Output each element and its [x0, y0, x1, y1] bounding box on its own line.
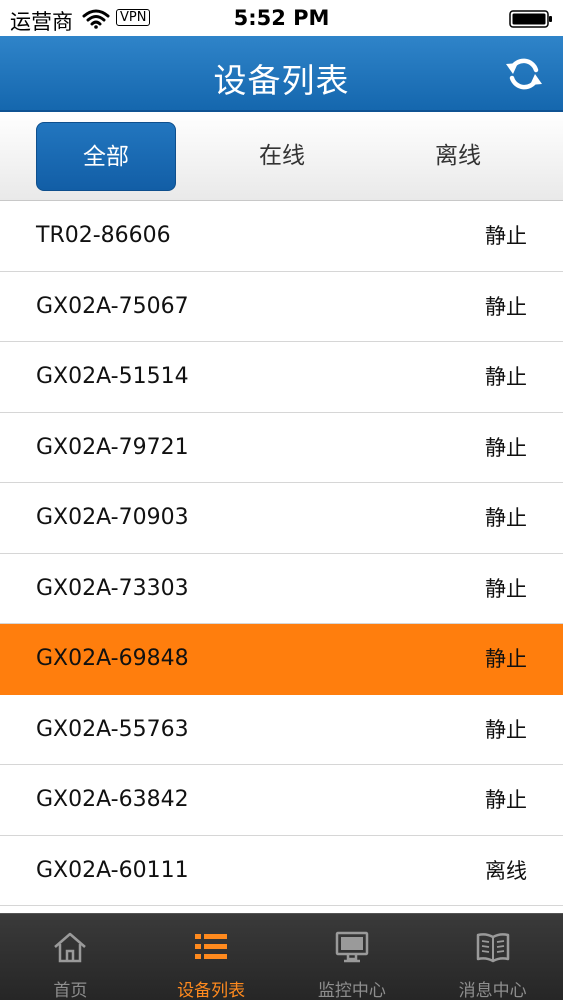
device-name: GX02A-70903 — [36, 505, 189, 530]
device-status: 静止 — [485, 717, 527, 742]
device-status: 静止 — [485, 506, 527, 530]
device-status: 静止 — [485, 435, 527, 460]
device-status: 静止 — [485, 294, 527, 319]
device-status: 静止 — [485, 576, 527, 601]
refresh-icon — [506, 58, 542, 90]
tab-home-label: 首页 — [53, 981, 88, 1000]
tab-monitor-label: 监控中心 — [317, 981, 386, 1000]
device-status: 静止 — [485, 365, 527, 389]
device-row[interactable]: GX02A-51514 静止 — [0, 342, 563, 413]
device-name: GX02A-73303 — [36, 575, 189, 601]
carrier-label: 运营商 — [10, 10, 73, 34]
device-name: GX02A-79721 — [36, 434, 189, 460]
bottom-tab-bar: 首页 设备列表 监控中心 消息中心 — [0, 913, 563, 1000]
tab-home[interactable]: 首页 — [0, 914, 141, 1000]
filter-tab-offline[interactable]: 离线 — [388, 122, 528, 191]
tab-monitor[interactable]: 监控中心 — [282, 914, 423, 1000]
tab-device-list-label: 设备列表 — [177, 981, 246, 1000]
device-list: TR02-86606 静止 GX02A-75067 静止 GX02A-51514… — [0, 201, 563, 913]
device-row[interactable]: GX02A-60111 离线 — [0, 836, 563, 906]
home-icon — [54, 932, 87, 963]
tab-messages-label: 消息中心 — [458, 981, 527, 1000]
vpn-badge: VPN — [116, 9, 151, 26]
device-row[interactable]: GX02A-55763 静止 — [0, 695, 563, 765]
filter-tab-online[interactable]: 在线 — [212, 122, 352, 191]
device-row[interactable]: GX02A-70903 静止 — [0, 483, 563, 554]
device-name: GX02A-63842 — [36, 787, 189, 812]
battery-icon — [509, 10, 553, 32]
device-row[interactable]: GX02A-63842 静止 — [0, 765, 563, 836]
device-row-selected[interactable]: GX02A-69848 静止 — [0, 624, 563, 695]
tab-messages[interactable]: 消息中心 — [422, 914, 563, 1000]
device-name: GX02A-51514 — [36, 364, 189, 389]
filter-tab-all[interactable]: 全部 — [36, 122, 176, 191]
page-title: 设备列表 — [213, 61, 350, 100]
device-name: GX02A-60111 — [36, 857, 189, 883]
wifi-icon — [82, 9, 110, 33]
device-row[interactable]: TR02-86606 静止 — [0, 201, 563, 272]
status-bar: 运营商 VPN 5:52 PM — [0, 0, 563, 36]
device-name: GX02A-69848 — [36, 646, 189, 671]
filter-segmented-control: 全部 在线 离线 — [0, 112, 563, 201]
monitor-icon — [335, 931, 369, 963]
nav-bar: 设备列表 — [0, 36, 563, 112]
tab-device-list[interactable]: 设备列表 — [141, 914, 282, 1000]
refresh-button[interactable] — [503, 53, 545, 95]
device-name: GX02A-75067 — [36, 293, 189, 319]
device-row[interactable]: GX02A-79721 静止 — [0, 413, 563, 483]
device-status: 静止 — [485, 224, 527, 248]
device-name: TR02-86606 — [36, 223, 171, 248]
list-icon — [195, 934, 228, 959]
device-name: GX02A-55763 — [36, 716, 189, 742]
device-status: 离线 — [485, 858, 527, 883]
device-row[interactable]: GX02A-75067 静止 — [0, 272, 563, 342]
device-status: 静止 — [485, 788, 527, 812]
device-status: 静止 — [485, 647, 527, 671]
device-row[interactable]: GX02A-73303 静止 — [0, 554, 563, 624]
book-icon — [476, 933, 509, 963]
